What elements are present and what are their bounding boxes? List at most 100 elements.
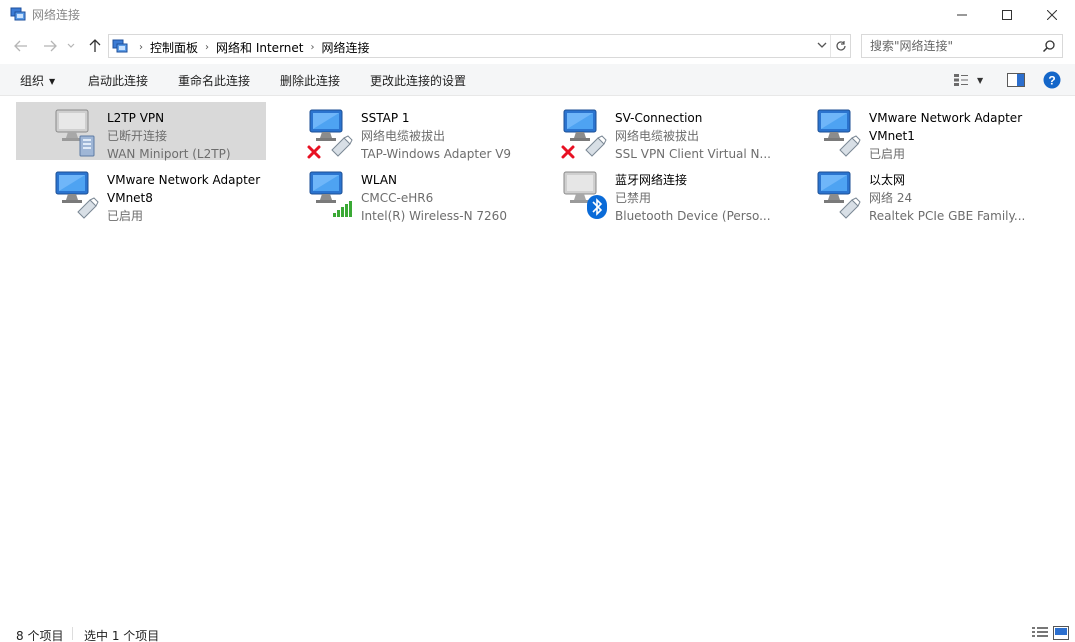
- rename-connection-button[interactable]: 重命名此连接: [178, 72, 250, 89]
- address-history-dropdown[interactable]: [816, 39, 830, 53]
- minimize-button[interactable]: [939, 0, 985, 30]
- view-options-dropdown[interactable]: ▼: [977, 70, 983, 90]
- start-connection-button[interactable]: 启动此连接: [88, 72, 148, 89]
- preview-pane-icon: [1007, 73, 1025, 87]
- recent-locations-button[interactable]: [65, 38, 77, 54]
- connection-item-sv-connection[interactable]: SV-Connection 网络电缆被拔出 SSL VPN Client Vir…: [524, 102, 774, 161]
- connection-text: 以太网 网络 24 Realtek PCIe GBE Family...: [869, 171, 1029, 225]
- connection-item-l2tp-vpn[interactable]: L2TP VPN 已断开连接 WAN Miniport (L2TP): [16, 102, 266, 161]
- wifi-adapter-icon: [304, 168, 360, 220]
- connection-status: 网络电缆被拔出: [361, 129, 446, 143]
- network-adapter-icon: [558, 106, 614, 159]
- network-adapter-icon: [812, 106, 868, 158]
- connection-name: L2TP VPN: [107, 111, 165, 125]
- connection-text: WLAN CMCC-eHR6 Intel(R) Wireless-N 7260: [361, 171, 521, 225]
- connection-name: 蓝牙网络连接: [615, 173, 688, 187]
- disconnected-x-icon: [307, 145, 321, 159]
- connection-device: Realtek PCIe GBE Family...: [869, 209, 1026, 223]
- connection-status: 网络 24: [869, 191, 913, 205]
- close-button[interactable]: [1029, 0, 1075, 30]
- connection-text: VMware Network Adapter VMnet8 已启用: [107, 171, 267, 225]
- organize-label: 组织: [20, 74, 45, 88]
- status-divider: [72, 627, 73, 640]
- organize-menu-button[interactable]: 组织 ▼: [20, 72, 55, 89]
- change-view-button[interactable]: [953, 70, 969, 90]
- connection-device: 已启用: [107, 209, 144, 223]
- connection-device: 已启用: [869, 147, 906, 161]
- caret-down-icon: ▼: [49, 77, 56, 86]
- vpn-network-icon: [50, 106, 106, 158]
- connection-status: 已禁用: [615, 191, 652, 205]
- details-view-icon: [1032, 627, 1048, 637]
- connection-name: SV-Connection: [615, 111, 703, 125]
- forward-button[interactable]: [41, 38, 59, 54]
- connection-item-wlan[interactable]: WLAN CMCC-eHR6 Intel(R) Wireless-N 7260: [270, 164, 521, 225]
- connection-device: WAN Miniport (L2TP): [107, 147, 231, 161]
- connection-status: VMnet8: [107, 191, 153, 205]
- navigation-row: › 控制面板 › 网络和 Internet › 网络连接: [0, 30, 1075, 62]
- connection-text: 蓝牙网络连接 已禁用 Bluetooth Device (Perso...: [615, 171, 775, 225]
- back-button[interactable]: [12, 38, 30, 54]
- breadcrumb-separator-icon[interactable]: ›: [205, 42, 209, 53]
- connection-name: VMware Network Adapter: [869, 111, 1023, 125]
- network-adapter-icon: [304, 106, 360, 159]
- breadcrumb: › 控制面板 › 网络和 Internet › 网络连接: [135, 39, 370, 56]
- maximize-icon: [1002, 10, 1012, 20]
- back-arrow-icon: [14, 40, 27, 52]
- title-bar: 网络连接: [0, 0, 1075, 30]
- disconnected-x-icon: [561, 145, 575, 159]
- bluetooth-icon: [587, 195, 607, 219]
- item-count: 8 个项目: [16, 629, 64, 642]
- breadcrumb-separator-icon: ›: [139, 42, 143, 53]
- caret-down-icon: ▼: [977, 75, 984, 85]
- breadcrumb-control-panel[interactable]: 控制面板: [150, 39, 198, 56]
- preview-pane-button[interactable]: [1007, 70, 1025, 90]
- connection-item-ethernet[interactable]: 以太网 网络 24 Realtek PCIe GBE Family...: [778, 164, 1029, 225]
- bluetooth-adapter-icon: [558, 168, 614, 220]
- wifi-signal-icon: [333, 201, 352, 217]
- address-bar[interactable]: › 控制面板 › 网络和 Internet › 网络连接: [108, 34, 851, 58]
- search-input[interactable]: [870, 38, 1040, 54]
- breadcrumb-separator-icon[interactable]: ›: [310, 42, 314, 53]
- control-panel-icon: [112, 38, 128, 57]
- refresh-button[interactable]: [830, 35, 850, 57]
- refresh-icon: [835, 41, 846, 51]
- chevron-down-icon: [817, 42, 827, 48]
- window-title: 网络连接: [32, 8, 81, 22]
- svg-text:?: ?: [1048, 74, 1055, 88]
- connection-name: WLAN: [361, 173, 398, 187]
- command-bar: 组织 ▼ 启动此连接 重命名此连接 删除此连接 更改此连接的设置 ▼ ?: [0, 64, 1075, 96]
- network-connections-app-icon: [10, 6, 26, 22]
- connections-list: L2TP VPN 已断开连接 WAN Miniport (L2TP) SSTAP…: [0, 97, 1075, 622]
- maximize-button[interactable]: [984, 0, 1030, 30]
- connection-name: SSTAP 1: [361, 111, 410, 125]
- forward-arrow-icon: [44, 40, 57, 52]
- connection-item-sstap-1[interactable]: SSTAP 1 网络电缆被拔出 TAP-Windows Adapter V9: [270, 102, 521, 163]
- selection-count: 选中 1 个项目: [84, 629, 160, 642]
- up-button[interactable]: [86, 38, 104, 54]
- breadcrumb-network-connections[interactable]: 网络连接: [321, 39, 369, 56]
- connection-name: VMware Network Adapter: [107, 173, 261, 187]
- help-icon: ?: [1043, 71, 1061, 89]
- change-connection-settings-button[interactable]: 更改此连接的设置: [370, 72, 466, 89]
- connection-device: SSL VPN Client Virtual N...: [615, 147, 771, 161]
- large-icons-view-icon: [1053, 626, 1069, 640]
- connection-name: 以太网: [869, 173, 906, 187]
- network-adapter-icon: [50, 168, 106, 220]
- connection-item-bluetooth[interactable]: 蓝牙网络连接 已禁用 Bluetooth Device (Perso...: [524, 164, 775, 225]
- connection-status: VMnet1: [869, 129, 915, 143]
- search-icon[interactable]: [1042, 39, 1056, 53]
- connection-item-vmware-vmnet1[interactable]: VMware Network Adapter VMnet1 已启用: [778, 102, 1028, 161]
- connection-status: 网络电缆被拔出: [615, 129, 700, 143]
- search-box[interactable]: [861, 34, 1063, 58]
- connection-text: SSTAP 1 网络电缆被拔出 TAP-Windows Adapter V9: [361, 109, 521, 163]
- delete-connection-button[interactable]: 删除此连接: [280, 72, 340, 89]
- connection-item-vmware-vmnet8[interactable]: VMware Network Adapter VMnet8 已启用: [16, 164, 267, 225]
- connection-device: Bluetooth Device (Perso...: [615, 209, 771, 223]
- connection-status: 已断开连接: [107, 129, 168, 143]
- breadcrumb-network-internet[interactable]: 网络和 Internet: [216, 39, 303, 56]
- help-button[interactable]: ?: [1043, 70, 1061, 90]
- details-view-button[interactable]: [1031, 626, 1049, 642]
- large-icons-view-button[interactable]: [1053, 626, 1069, 642]
- view-options-icon: [954, 74, 968, 86]
